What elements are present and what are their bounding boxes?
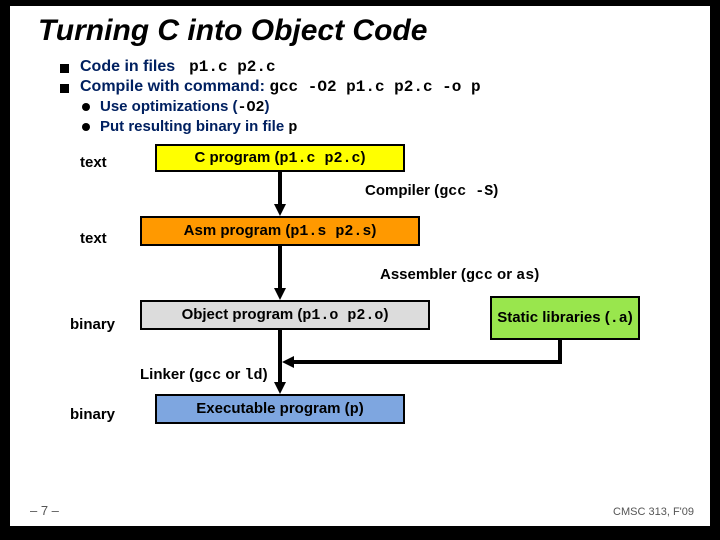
bullet-text: Use optimizations ( — [100, 98, 238, 115]
arrow-down-icon — [274, 204, 286, 216]
bullet-text: Code in files — [80, 58, 180, 75]
box-text: ) — [359, 400, 364, 417]
box-text: ) — [383, 306, 388, 323]
label-text: Linker ( — [140, 366, 194, 383]
inline-code: ld — [245, 367, 263, 384]
arrow-stem — [278, 246, 282, 290]
inline-code: gcc -S — [439, 183, 493, 200]
arrow-stem — [278, 172, 282, 206]
bullet-list: Code in files p1.c p2.c Compile with com… — [10, 48, 710, 136]
page-number: – 7 – — [30, 503, 59, 518]
label-text: Compiler ( — [365, 182, 439, 199]
box-text: ) — [628, 309, 633, 326]
inline-code: p1.c p2.c — [180, 58, 276, 76]
box-text: Executable program ( — [196, 400, 349, 417]
box-text: Static libraries ( — [497, 309, 610, 326]
inline-code: .a — [610, 310, 628, 327]
arrow-down-icon — [274, 382, 286, 394]
course-label: CMSC 313, F'09 — [613, 506, 694, 518]
inline-code: gcc -O2 p1.c p2.c -o p — [269, 78, 480, 96]
inline-code: gcc — [466, 267, 493, 284]
box-text: Asm program ( — [184, 222, 291, 239]
box-object-program: Object program (p1.o p2.o) — [140, 300, 430, 330]
label-text: Assembler ( — [380, 266, 466, 283]
inline-code: gcc — [194, 367, 221, 384]
bullet-text: Put resulting binary in file — [100, 118, 288, 135]
side-label-text: text — [80, 230, 107, 247]
box-static-libraries: Static libraries (.a) — [490, 296, 640, 340]
label-text: or — [221, 366, 244, 383]
step-assembler-label: Assembler (gcc or as) — [380, 266, 539, 284]
inline-code: p1.c p2.c — [280, 150, 361, 167]
flow-diagram: text text binary binary C program (p1.c … — [10, 146, 710, 486]
label-text: ) — [263, 366, 268, 383]
box-c-program: C program (p1.c p2.c) — [155, 144, 405, 172]
inline-code: p1.o p2.o — [302, 307, 383, 324]
box-text: C program ( — [194, 149, 279, 166]
sub-bullet-item: Put resulting binary in file p — [82, 118, 710, 136]
step-compiler-label: Compiler (gcc -S) — [365, 182, 498, 200]
box-text: ) — [361, 149, 366, 166]
bullet-text: ) — [265, 98, 270, 115]
box-text: ) — [371, 222, 376, 239]
inline-code: as — [516, 267, 534, 284]
bullet-text: Compile with command: — [80, 78, 269, 95]
box-text: Object program ( — [182, 306, 303, 323]
bullet-item: Compile with command: gcc -O2 p1.c p2.c … — [60, 78, 710, 96]
step-linker-label: Linker (gcc or ld) — [140, 366, 268, 384]
side-label-binary: binary — [70, 406, 115, 423]
slide-title: Turning C into Object Code — [10, 6, 710, 48]
side-label-text: text — [80, 154, 107, 171]
slide: Turning C into Object Code Code in files… — [10, 6, 710, 526]
box-executable: Executable program (p) — [155, 394, 405, 424]
side-label-binary: binary — [70, 316, 115, 333]
label-text: or — [493, 266, 516, 283]
inline-code: p — [288, 119, 297, 136]
arrow-stem — [292, 360, 562, 364]
bullet-item: Code in files p1.c p2.c — [60, 58, 710, 76]
label-text: ) — [493, 182, 498, 199]
sub-bullet-item: Use optimizations (-O2) — [82, 98, 710, 116]
arrow-down-icon — [274, 288, 286, 300]
inline-code: p1.s p2.s — [290, 223, 371, 240]
inline-code: p — [350, 401, 359, 418]
arrow-left-icon — [282, 356, 294, 368]
label-text: ) — [534, 266, 539, 283]
box-asm-program: Asm program (p1.s p2.s) — [140, 216, 420, 246]
inline-code: -O2 — [238, 99, 265, 116]
